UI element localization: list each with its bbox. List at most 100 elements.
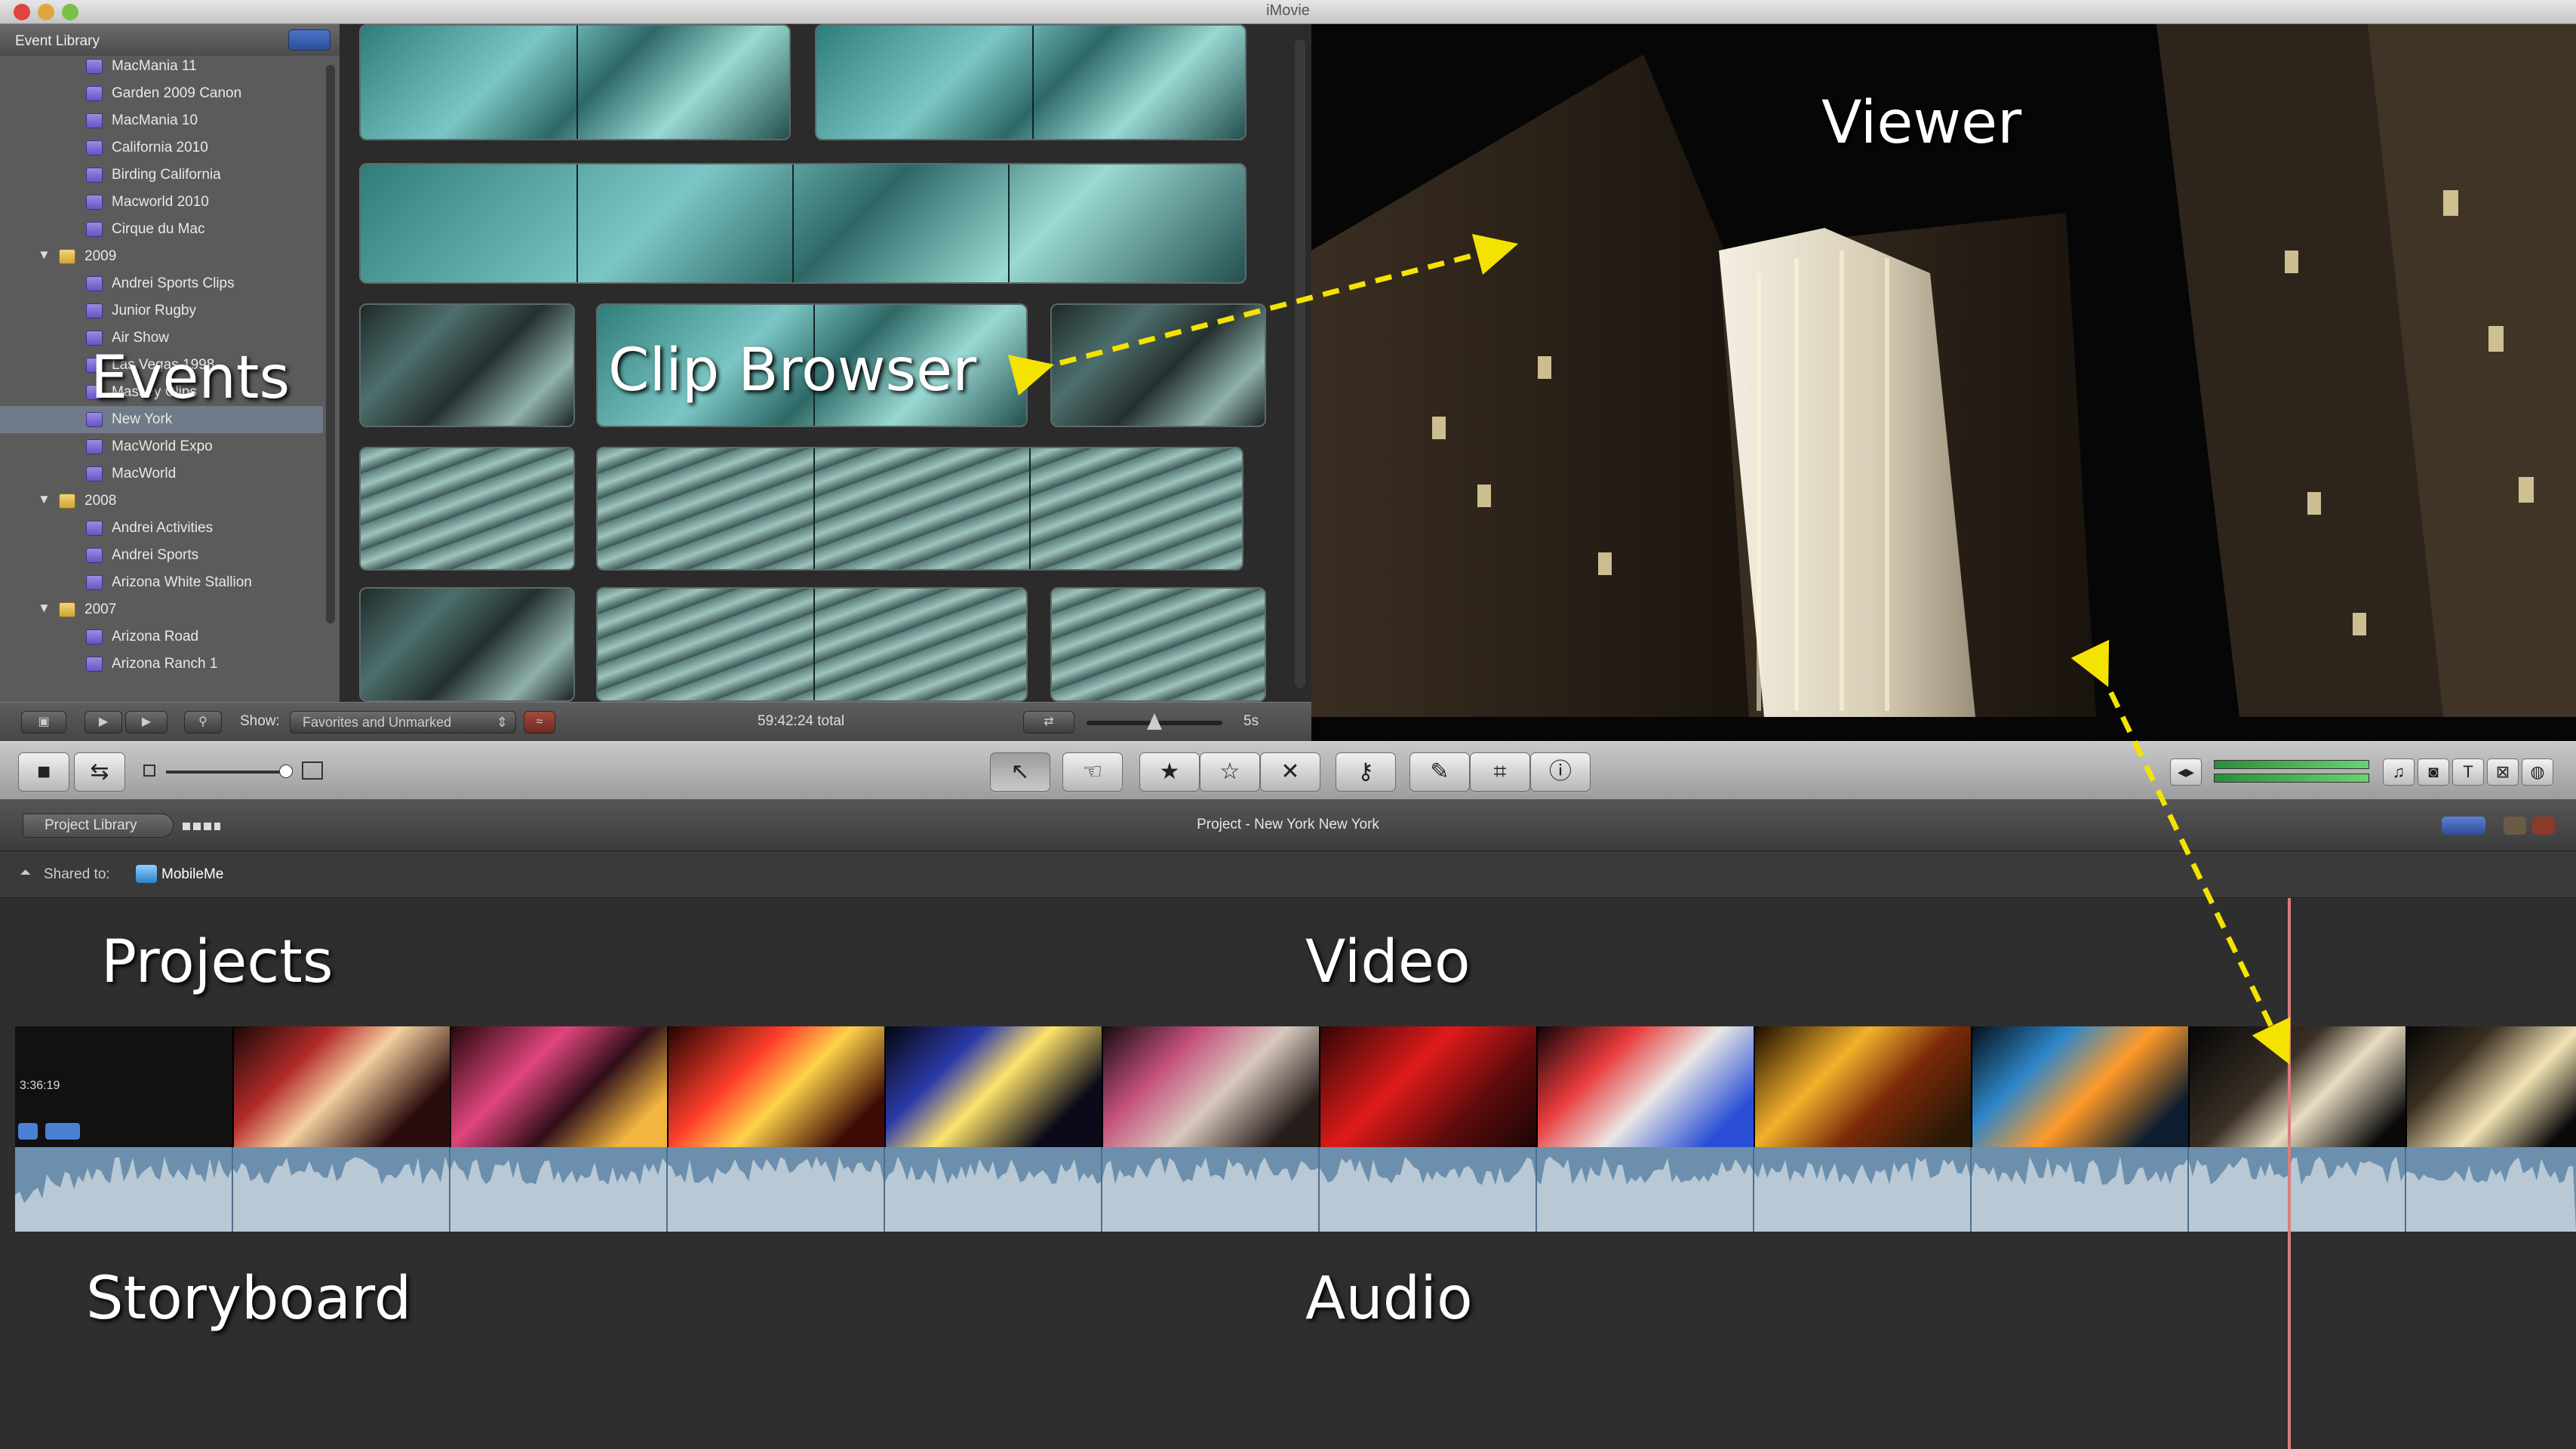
event-list-scrollbar[interactable] <box>326 65 335 623</box>
event-icon <box>86 466 103 481</box>
audio-waveform[interactable] <box>15 1147 2576 1232</box>
photo-icon[interactable]: ◙ <box>2418 758 2449 786</box>
play-event-icon[interactable]: ▶ <box>85 711 122 734</box>
dropper-icon[interactable]: ✎ <box>1409 752 1470 792</box>
event-item[interactable]: Andrei Activities <box>0 515 323 542</box>
clip-thumbnail[interactable] <box>596 587 1028 702</box>
music-icon[interactable]: ♫ <box>2383 758 2415 786</box>
event-item[interactable]: MacMania 11 <box>0 53 323 80</box>
event-item-label: Andrei Sports <box>112 547 199 563</box>
clip-thumbnail[interactable] <box>1050 587 1266 702</box>
shared-service[interactable]: MobileMe <box>161 866 223 883</box>
event-icon <box>86 276 103 291</box>
crop-icon[interactable]: ⌗ <box>1470 752 1530 792</box>
video-frame[interactable] <box>667 1026 884 1147</box>
event-item[interactable]: Junior Rugby <box>0 297 323 325</box>
video-frame[interactable] <box>450 1026 667 1147</box>
thumbnail-size-icon[interactable]: ⇄ <box>1023 711 1074 734</box>
disclosure-triangle-icon[interactable]: ▼ <box>38 601 51 616</box>
video-frame[interactable] <box>1319 1026 1536 1147</box>
clip-thumbnail[interactable] <box>359 163 1247 284</box>
clip-settings-icon[interactable] <box>18 1123 38 1140</box>
show-label: Show: <box>240 713 280 729</box>
playhead[interactable] <box>2288 898 2291 1449</box>
video-frame[interactable] <box>1536 1026 1754 1147</box>
video-filmstrip[interactable]: 3:36:19 <box>15 1026 2576 1147</box>
event-icon <box>86 140 103 155</box>
key-icon[interactable]: ⚷ <box>1336 752 1396 792</box>
swap-icon[interactable]: ⇆ <box>74 752 125 792</box>
clip-thumbnail[interactable] <box>359 587 575 702</box>
star-icon[interactable]: ★ <box>1139 752 1200 792</box>
video-frame[interactable] <box>1754 1026 1971 1147</box>
event-item[interactable]: Cirque du Mac <box>0 216 323 243</box>
clip-browser-scrollbar[interactable] <box>1295 39 1305 688</box>
event-item-label: Arizona Ranch 1 <box>112 656 218 672</box>
clip-thumbnail[interactable] <box>359 447 575 571</box>
video-frame[interactable] <box>232 1026 450 1147</box>
event-item-label: Birding California <box>112 167 221 183</box>
info-icon[interactable]: ⓘ <box>1530 752 1591 792</box>
event-item[interactable]: Arizona White Stallion <box>0 569 323 596</box>
video-frame[interactable] <box>1102 1026 1319 1147</box>
disclosure-triangle-icon[interactable]: ▼ <box>38 492 51 507</box>
event-library-toggle-button[interactable] <box>288 29 330 51</box>
event-item[interactable]: Andrei Sports <box>0 542 323 569</box>
event-item[interactable]: MacWorld <box>0 460 323 488</box>
video-frame[interactable] <box>884 1026 1102 1147</box>
event-library-header: Event Library <box>0 24 340 56</box>
event-item-label: 2007 <box>85 601 117 617</box>
globe-icon[interactable]: ◍ <box>2522 758 2553 786</box>
gear-icon[interactable] <box>45 1123 80 1140</box>
event-folder[interactable]: ▼ 2009 <box>0 243 323 270</box>
clip-thumbnail[interactable] <box>815 24 1247 140</box>
event-item[interactable]: California 2010 <box>0 134 323 162</box>
project-zoom-knob[interactable] <box>279 764 293 778</box>
event-item[interactable]: Andrei Sports Clips <box>0 270 323 297</box>
search-icon[interactable]: ⚲ <box>184 711 222 734</box>
event-item[interactable]: Garden 2009 Canon <box>0 80 323 107</box>
event-item[interactable]: Macworld 2010 <box>0 189 323 216</box>
show-filter-select[interactable]: Favorites and Unmarked ⇕ <box>290 711 516 734</box>
volume-icon[interactable]: ◂▸ <box>2170 758 2202 786</box>
audio-waveform-toggle[interactable]: ≈ <box>524 711 555 734</box>
video-frame[interactable] <box>1971 1026 2188 1147</box>
storyboard-view-button[interactable] <box>2442 817 2485 835</box>
reject-icon[interactable]: ✕ <box>1260 752 1320 792</box>
camera-icon[interactable]: ■ <box>18 752 69 792</box>
event-view-toggle-icon[interactable]: ▣ <box>21 711 66 734</box>
clip-thumbnail[interactable] <box>359 24 791 140</box>
event-item-label: Arizona Road <box>112 629 199 645</box>
event-icon <box>86 575 103 590</box>
video-frame[interactable] <box>2405 1026 2576 1147</box>
event-item-label: 2009 <box>85 248 117 264</box>
event-folder[interactable]: ▼ 2007 <box>0 596 323 623</box>
clip-thumbnail[interactable] <box>359 303 575 427</box>
hand-icon[interactable]: ☜ <box>1062 752 1123 792</box>
event-item[interactable]: Arizona Ranch 1 <box>0 651 323 678</box>
shared-bar: ⏶ Shared to: MobileMe <box>0 851 2576 898</box>
transition-icon[interactable]: ⊠ <box>2487 758 2519 786</box>
disclosure-triangle-icon[interactable]: ▼ <box>38 248 51 263</box>
video-frame[interactable] <box>2188 1026 2405 1147</box>
event-icon <box>86 222 103 237</box>
play-fullscreen-icon[interactable]: ▶ <box>125 711 168 734</box>
clip-thumbnail[interactable] <box>596 447 1243 571</box>
empty-star-icon[interactable]: ☆ <box>1200 752 1260 792</box>
event-item-label: MacWorld Expo <box>112 438 213 454</box>
event-item[interactable]: MacMania 10 <box>0 107 323 134</box>
event-folder[interactable]: ▼ 2008 <box>0 488 323 515</box>
event-item-label: MacMania 10 <box>112 112 198 128</box>
audio-skimming-button[interactable] <box>2504 817 2526 835</box>
clip-thumbnail[interactable] <box>1050 303 1266 427</box>
title-icon[interactable]: T <box>2452 758 2484 786</box>
project-zoom-slider[interactable] <box>166 771 287 774</box>
pointer-icon[interactable]: ↖ <box>990 752 1050 792</box>
folder-icon <box>59 602 75 617</box>
event-item[interactable]: Arizona Road <box>0 623 323 651</box>
audio-skimming-button[interactable] <box>2532 817 2555 835</box>
annotation-events: Events <box>91 344 290 412</box>
event-item[interactable]: Birding California <box>0 162 323 189</box>
event-item[interactable]: MacWorld Expo <box>0 433 323 460</box>
clip-zoom-value: 5s <box>1243 713 1259 729</box>
